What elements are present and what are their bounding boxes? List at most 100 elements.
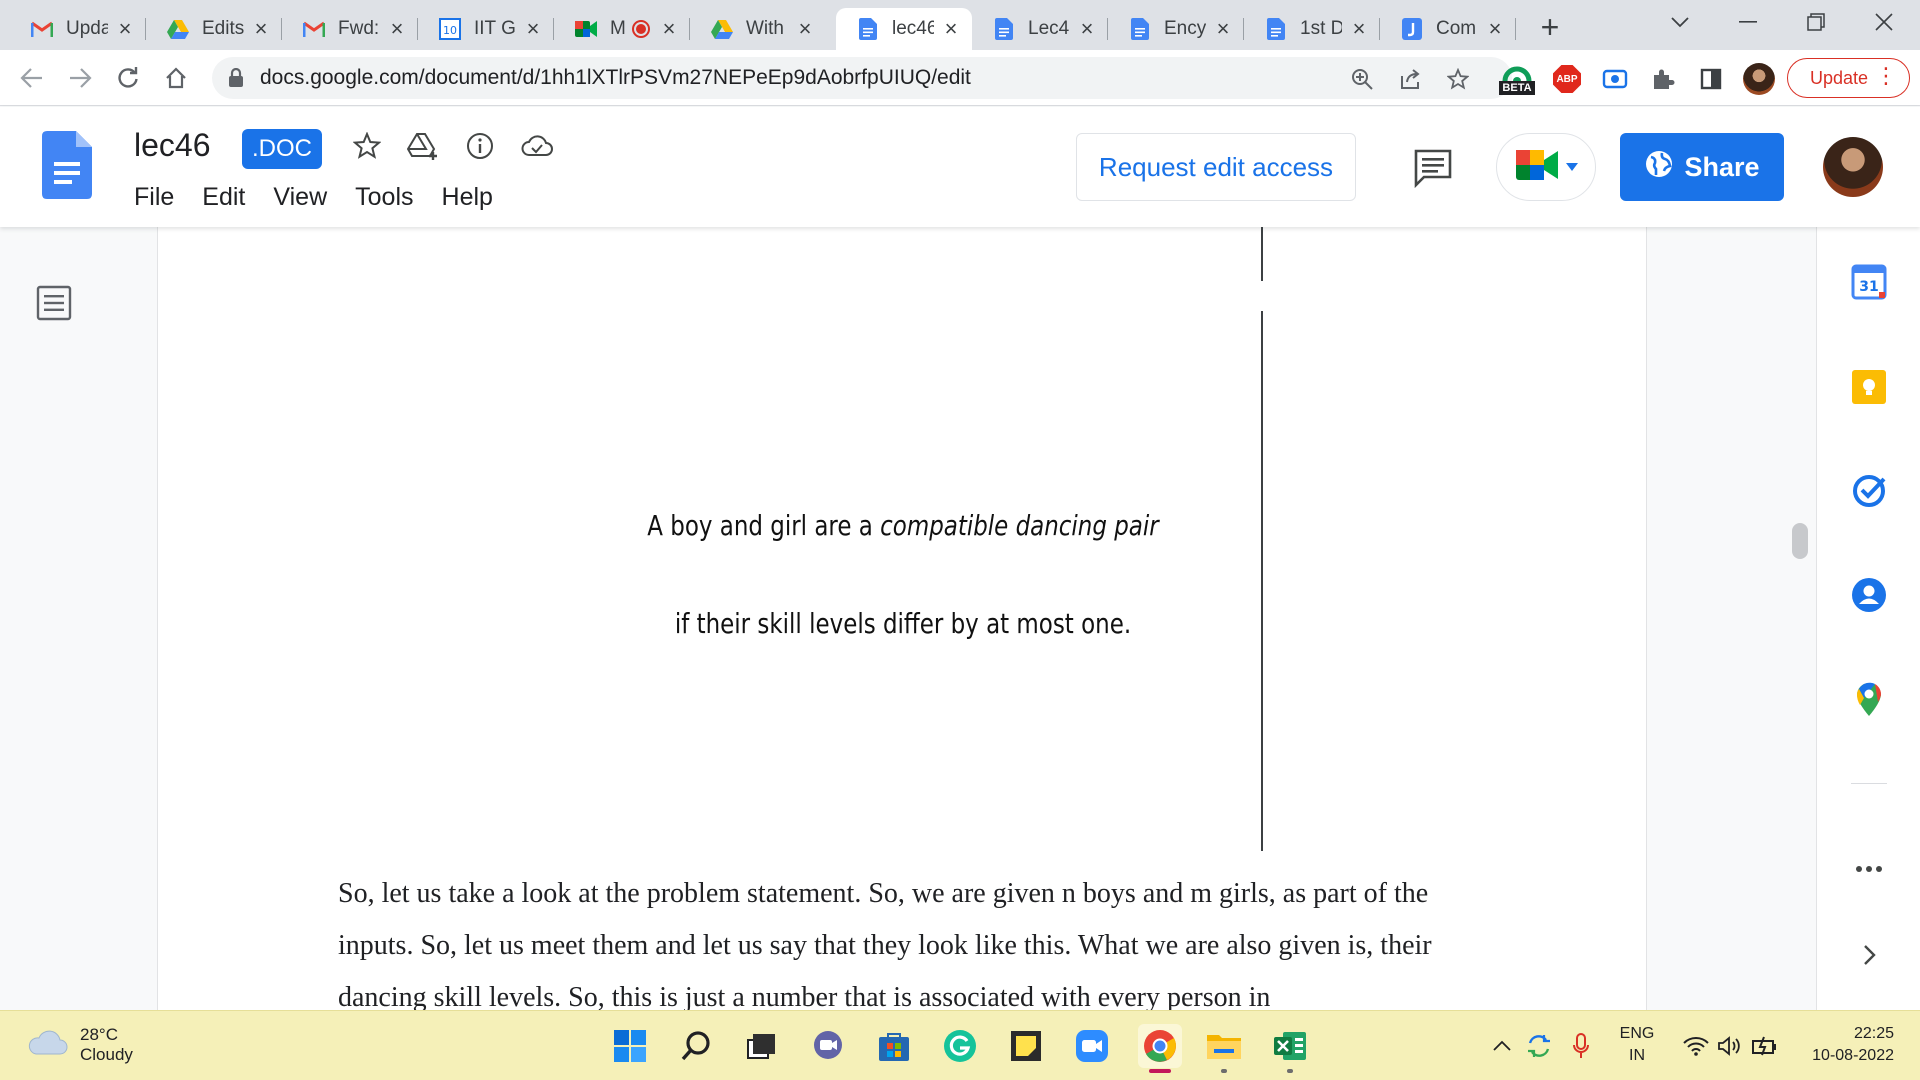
volume-icon[interactable]: [1714, 1029, 1746, 1063]
extensions-puzzle-icon[interactable]: [1646, 63, 1680, 95]
browser-tab[interactable]: M ×: [554, 8, 690, 50]
menu-file[interactable]: File: [120, 179, 188, 216]
zoom-app-icon[interactable]: [1072, 1026, 1112, 1066]
star-icon[interactable]: [350, 129, 384, 163]
vertical-scrollbar-thumb[interactable]: [1792, 523, 1808, 559]
profile-avatar[interactable]: [1742, 63, 1776, 95]
close-tab-icon[interactable]: ×: [1212, 16, 1234, 41]
side-panel: 31: [1816, 227, 1920, 1010]
browser-tab[interactable]: Fwd: ×: [282, 8, 418, 50]
input-language-indicator[interactable]: ENG IN: [1614, 1023, 1660, 1067]
update-chrome-button[interactable]: Update ⋮: [1787, 58, 1910, 98]
weather-widget[interactable]: 28°C Cloudy: [28, 1025, 133, 1065]
reload-icon[interactable]: [110, 60, 146, 96]
close-tab-icon[interactable]: ×: [794, 16, 816, 41]
google-calendar-icon[interactable]: 31: [1849, 262, 1889, 302]
restore-window-button[interactable]: [1788, 0, 1844, 44]
google-tasks-icon[interactable]: [1849, 471, 1889, 511]
file-explorer-icon[interactable]: [1204, 1026, 1244, 1066]
close-tab-icon[interactable]: ×: [386, 16, 408, 41]
recording-icon: [631, 20, 650, 38]
wifi-icon[interactable]: [1680, 1029, 1712, 1063]
close-window-button[interactable]: [1856, 0, 1912, 44]
browser-tab[interactable]: Edits ×: [146, 8, 282, 50]
screen-recorder-extension-icon[interactable]: [1598, 63, 1632, 95]
tab-search-chevron-icon[interactable]: [1652, 0, 1708, 44]
clock[interactable]: 22:25 10-08-2022: [1788, 1023, 1908, 1067]
join-meet-button[interactable]: [1496, 133, 1596, 201]
browser-tab[interactable]: With ×: [690, 8, 826, 50]
zoom-icon[interactable]: [1348, 65, 1376, 93]
close-tab-icon[interactable]: ×: [940, 16, 962, 41]
browser-tab[interactable]: 1st D ×: [1244, 8, 1380, 50]
windows-start-icon[interactable]: [610, 1026, 650, 1066]
address-bar[interactable]: docs.google.com/document/d/1hh1lXTlrPSVm…: [212, 57, 1512, 99]
task-view-icon[interactable]: [742, 1026, 782, 1066]
home-icon[interactable]: [158, 60, 194, 96]
chrome-icon[interactable]: [1138, 1024, 1182, 1068]
info-icon[interactable]: [463, 129, 497, 163]
comment-history-icon[interactable]: [1412, 147, 1454, 189]
google-maps-icon[interactable]: [1849, 679, 1889, 719]
google-contacts-icon[interactable]: [1849, 575, 1889, 615]
move-to-drive-icon[interactable]: [406, 129, 440, 163]
menu-edit[interactable]: Edit: [188, 179, 259, 216]
microphone-icon[interactable]: [1566, 1029, 1596, 1063]
close-tab-icon[interactable]: ×: [1484, 16, 1506, 41]
sticky-notes-icon[interactable]: [1006, 1026, 1046, 1066]
back-arrow-icon[interactable]: [14, 60, 50, 96]
browser-tab[interactable]: Com ×: [1380, 8, 1516, 50]
grammarly-icon[interactable]: [940, 1026, 980, 1066]
microsoft-store-icon[interactable]: [874, 1026, 914, 1066]
document-title[interactable]: lec46: [134, 127, 211, 164]
document-canvas: A boy and girl are a compatible dancing …: [0, 227, 1816, 1010]
search-icon[interactable]: [676, 1026, 716, 1066]
share-button[interactable]: Share: [1620, 133, 1784, 201]
forward-arrow-icon[interactable]: [62, 60, 98, 96]
browser-tab-active[interactable]: lec46 ×: [836, 8, 972, 50]
side-panel-icon[interactable]: [1694, 63, 1728, 95]
doc-format-badge: .DOC: [242, 129, 322, 169]
beta-extension-icon[interactable]: BETA: [1496, 56, 1538, 100]
tab-title: 1st D: [1300, 18, 1342, 39]
adblock-plus-icon[interactable]: ABP: [1550, 63, 1584, 95]
google-docs-logo-icon[interactable]: [42, 131, 92, 199]
battery-charging-icon[interactable]: [1748, 1029, 1780, 1063]
menu-view[interactable]: View: [259, 179, 341, 216]
chevron-right-icon[interactable]: [1849, 935, 1889, 975]
browser-tab[interactable]: Ency ×: [1108, 8, 1244, 50]
tab-title: Fwd:: [338, 18, 380, 39]
menu-tools[interactable]: Tools: [341, 179, 427, 216]
bookmark-star-icon[interactable]: [1444, 65, 1472, 93]
minimize-window-button[interactable]: [1720, 0, 1776, 44]
browser-tab[interactable]: 10 IIT G ×: [418, 8, 554, 50]
share-page-icon[interactable]: [1396, 65, 1424, 93]
menu-help[interactable]: Help: [428, 179, 507, 216]
show-hidden-icons-chevron-icon[interactable]: [1490, 1029, 1514, 1063]
account-avatar[interactable]: [1823, 137, 1883, 197]
share-label: Share: [1684, 151, 1760, 182]
google-docs-icon: [1264, 17, 1288, 41]
cloud-saved-icon[interactable]: [520, 129, 554, 163]
lock-icon[interactable]: [228, 67, 244, 88]
chevron-down-icon: [1566, 158, 1578, 176]
google-drive-sync-icon[interactable]: [1522, 1029, 1556, 1063]
close-tab-icon[interactable]: ×: [114, 16, 136, 41]
document-outline-icon[interactable]: [36, 285, 72, 321]
teams-chat-icon[interactable]: [808, 1026, 848, 1066]
close-tab-icon[interactable]: ×: [658, 16, 680, 41]
google-keep-icon[interactable]: [1849, 367, 1889, 407]
request-edit-access-button[interactable]: Request edit access: [1076, 133, 1356, 201]
more-vertical-icon[interactable]: ⋮: [1875, 65, 1897, 87]
document-page[interactable]: A boy and girl are a compatible dancing …: [157, 227, 1647, 1010]
windows-taskbar: 28°C Cloudy ENG IN 22:25 10-08-2022: [0, 1010, 1920, 1080]
close-tab-icon[interactable]: ×: [250, 16, 272, 41]
browser-tab[interactable]: Lec4 ×: [972, 8, 1108, 50]
more-horizontal-icon[interactable]: [1849, 849, 1889, 889]
excel-icon[interactable]: [1270, 1026, 1310, 1066]
close-tab-icon[interactable]: ×: [1348, 16, 1370, 41]
close-tab-icon[interactable]: ×: [1076, 16, 1098, 41]
close-tab-icon[interactable]: ×: [522, 16, 544, 41]
new-tab-button[interactable]: +: [1534, 11, 1566, 44]
browser-tab[interactable]: Upda ×: [10, 8, 146, 50]
